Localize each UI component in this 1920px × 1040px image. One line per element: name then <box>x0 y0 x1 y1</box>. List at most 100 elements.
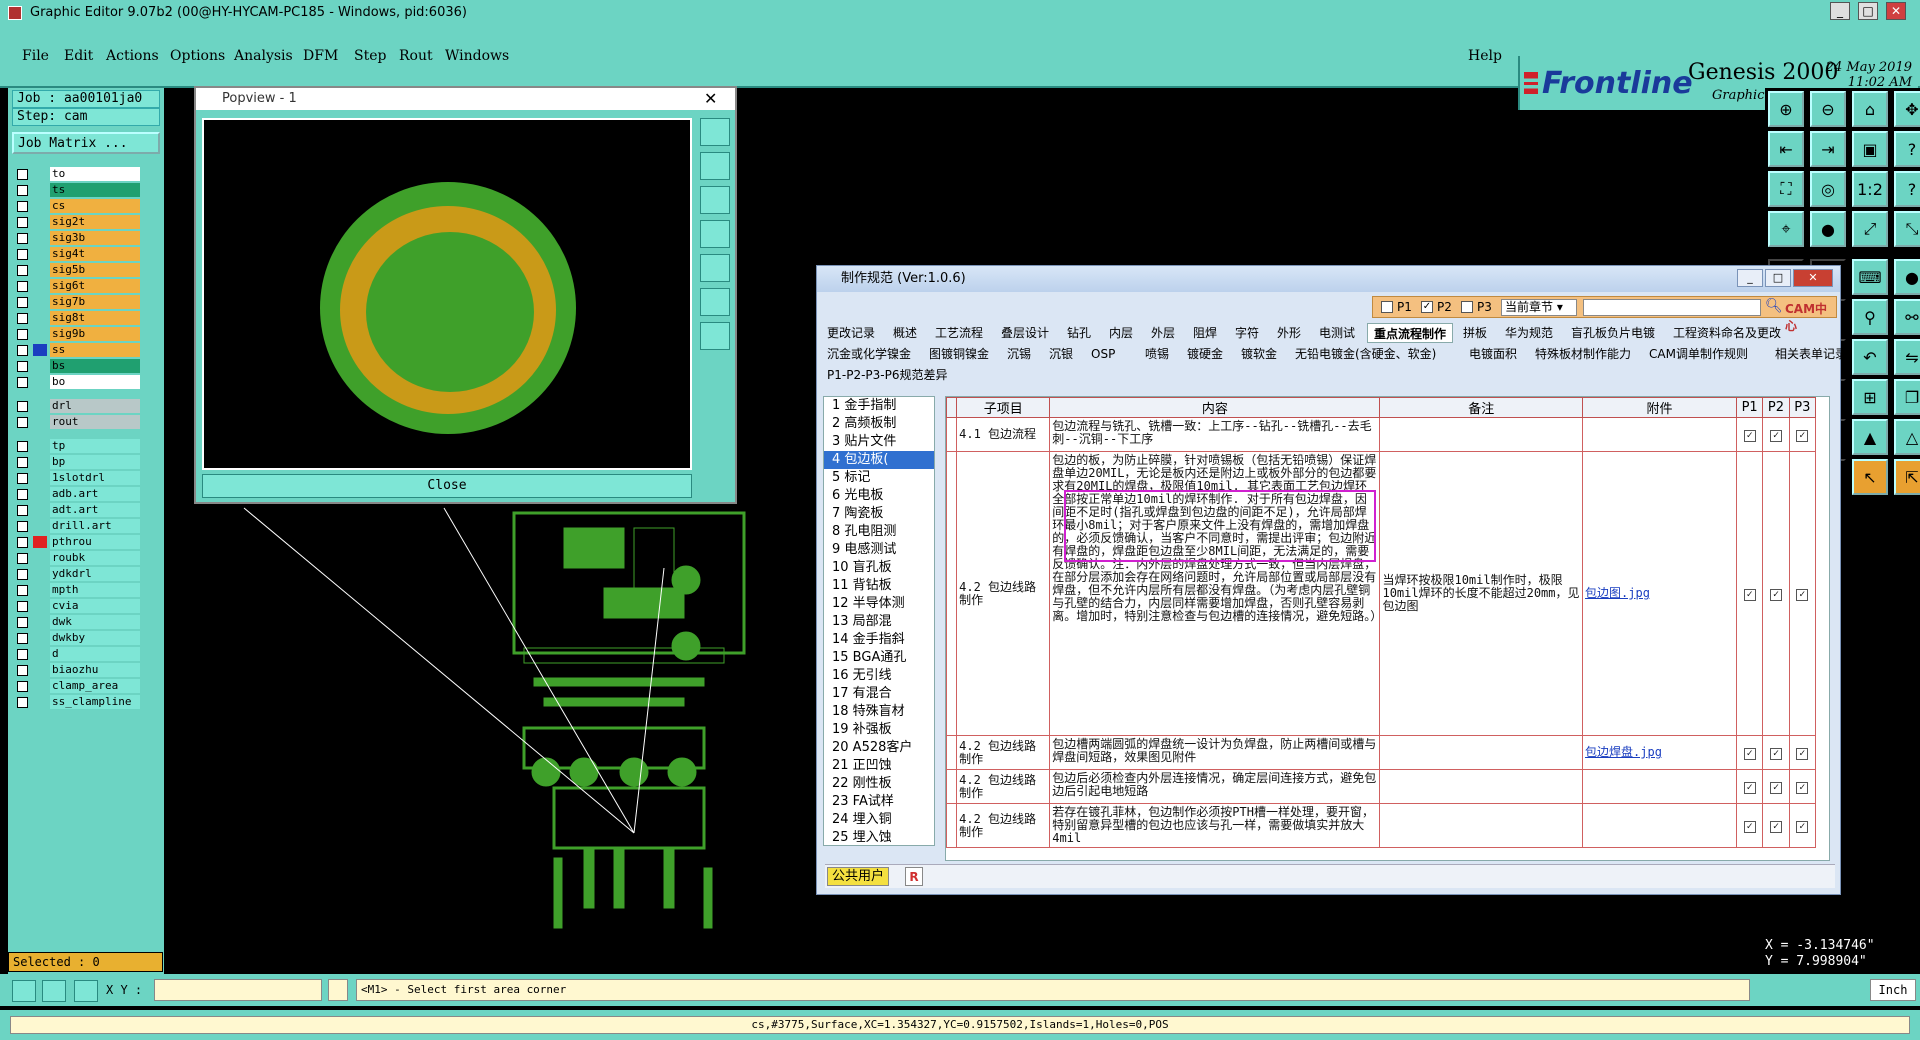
priority-checkbox[interactable]: ✓ <box>1796 820 1809 833</box>
spec-tab[interactable]: 钻孔 <box>1061 323 1099 343</box>
layer-name[interactable]: adt.art <box>50 503 140 517</box>
triangle2-icon[interactable]: △ <box>1894 419 1920 455</box>
spec-tab[interactable]: 镀软金 <box>1235 344 1285 364</box>
job-matrix-button[interactable]: Job Matrix ... <box>12 132 160 154</box>
layer-checkbox[interactable] <box>17 665 28 676</box>
header-p1[interactable]: P1 <box>1735 397 1764 418</box>
chapter-item[interactable]: 22 刚性板 <box>824 775 934 793</box>
chapter-item[interactable]: 23 FA试样 <box>824 793 934 811</box>
layer-checkbox[interactable] <box>17 201 28 212</box>
priority-checkbox[interactable]: ✓ <box>1743 747 1756 760</box>
fit-screen-icon[interactable]: ⛶ <box>1768 171 1804 207</box>
layer-name[interactable]: sig9b <box>50 327 140 341</box>
layer-name[interactable]: cvia <box>50 599 140 613</box>
layer-checkbox[interactable] <box>17 185 28 196</box>
layer-checkbox[interactable] <box>17 649 28 660</box>
spec-tab[interactable]: OSP <box>1085 344 1135 364</box>
layer-row[interactable]: tp <box>12 438 140 454</box>
chapter-item[interactable]: 1 金手指制 <box>824 397 934 415</box>
layer-row[interactable]: adt.art <box>12 502 140 518</box>
zoom-out-icon[interactable]: ⊖ <box>1810 91 1846 127</box>
table-row[interactable]: 4.2 包边线路制作 包边槽两端圆弧的焊盘统一设计为负焊盘，防止两槽间或槽与焊盘间… <box>946 735 1817 770</box>
layer-checkbox[interactable] <box>17 249 28 260</box>
scope-select[interactable]: 当前章节 ▾ <box>1501 299 1577 316</box>
popview-close-icon[interactable]: ✕ <box>704 88 717 110</box>
spec-tab[interactable]: 外层 <box>1145 323 1183 343</box>
layer-checkbox[interactable] <box>17 441 28 452</box>
layer-checkbox[interactable] <box>17 233 28 244</box>
menu-file[interactable]: File <box>22 48 49 64</box>
layer-name[interactable]: roubk <box>50 551 140 565</box>
layer-name[interactable]: cs <box>50 199 140 213</box>
maximize-button[interactable]: □ <box>1858 2 1878 20</box>
layer-row[interactable]: dwkby <box>12 630 140 646</box>
layer-name[interactable]: sig7b <box>50 295 140 309</box>
layer-checkbox[interactable] <box>17 681 28 692</box>
menu-actions[interactable]: Actions <box>106 48 159 64</box>
layer-checkbox[interactable] <box>17 329 28 340</box>
chapter-item[interactable]: 17 有混合 <box>824 685 934 703</box>
layer-name[interactable]: biaozhu <box>50 663 140 677</box>
header-p2[interactable]: P2 <box>1762 397 1790 418</box>
chapter-item[interactable]: 13 局部混 <box>824 613 934 631</box>
table-row[interactable]: 4.2 包边线路制作 包边后必须检查内外层连接情况，确定层间连接方式，避免包边后引… <box>946 769 1817 804</box>
layer-name[interactable]: pthrou <box>50 535 140 549</box>
spec-tab[interactable]: 盲孔板负片电镀 <box>1565 323 1663 343</box>
spec-tab[interactable]: 阻焊 <box>1187 323 1225 343</box>
layer-name[interactable]: dwk <box>50 615 140 629</box>
layer-row[interactable]: sig8t <box>12 310 140 326</box>
priority-checkbox[interactable]: ✓ <box>1769 747 1782 760</box>
layer-row[interactable]: sig5b <box>12 262 140 278</box>
spec-maximize-button[interactable]: □ <box>1765 269 1791 287</box>
layer-name[interactable]: ydkdrl <box>50 567 140 581</box>
layer-row[interactable]: pthrou <box>12 534 140 550</box>
layer-name[interactable]: clamp_area <box>50 679 140 693</box>
spec-tab[interactable]: 拼板 <box>1457 323 1495 343</box>
menu-windows[interactable]: Windows <box>445 48 509 64</box>
window-icon[interactable]: ▣ <box>1852 131 1888 167</box>
chapter-item[interactable]: 18 特殊盲材 <box>824 703 934 721</box>
chapter-item[interactable]: 16 无引线 <box>824 667 934 685</box>
chapter-item[interactable]: 19 补强板 <box>824 721 934 739</box>
menu-rout[interactable]: Rout <box>399 48 433 64</box>
header-content[interactable]: 内容 <box>1049 397 1381 418</box>
layer-checkbox[interactable] <box>17 313 28 324</box>
scale-icon[interactable]: 1:2 <box>1852 171 1888 207</box>
center-icon[interactable]: ◎ <box>1810 171 1846 207</box>
priority-checkbox[interactable]: ✓ <box>1743 820 1756 833</box>
p1-filter-checkbox[interactable] <box>1381 301 1393 313</box>
priority-checkbox[interactable]: ✓ <box>1743 429 1756 442</box>
layer-name[interactable]: sig4t <box>50 247 140 261</box>
spec-tab[interactable]: 特殊板材制作能力 <box>1529 344 1639 364</box>
table-row[interactable]: 4.1 包边流程 包边流程与铣孔、铣槽一致：上工序--钻孔--铣槽孔--去毛刺--… <box>946 417 1817 452</box>
arc-icon[interactable]: ↶ <box>1852 339 1888 375</box>
priority-checkbox[interactable]: ✓ <box>1743 588 1756 601</box>
priority-checkbox[interactable]: ✓ <box>1769 781 1782 794</box>
layer-checkbox[interactable] <box>17 401 28 412</box>
layer-checkbox[interactable] <box>17 265 28 276</box>
popview-canvas[interactable] <box>202 118 692 470</box>
priority-checkbox[interactable]: ✓ <box>1796 781 1809 794</box>
priority-checkbox[interactable]: ✓ <box>1796 588 1809 601</box>
pv-zoom-icon[interactable] <box>700 118 730 146</box>
layer-checkbox[interactable] <box>17 601 28 612</box>
pv-up-icon[interactable] <box>700 152 730 180</box>
priority-checkbox[interactable]: ✓ <box>1796 429 1809 442</box>
layer-row[interactable]: ts <box>12 182 140 198</box>
layer-align-icon[interactable]: ⊞ <box>1852 379 1888 415</box>
spec-tab[interactable]: 无铅电镀金(含硬金、软金) <box>1289 344 1459 364</box>
spec-tab[interactable]: CAM调单制作规则 <box>1643 344 1765 364</box>
layer-row[interactable]: to <box>12 166 140 182</box>
layer-row[interactable]: mpth <box>12 582 140 598</box>
minimize-button[interactable]: _ <box>1830 2 1850 20</box>
spec-tab[interactable]: 相关表单记录 <box>1769 344 1855 364</box>
priority-checkbox[interactable]: ✓ <box>1796 747 1809 760</box>
grid-mode-icon[interactable] <box>74 980 98 1002</box>
spec-tab[interactable]: 喷锡 <box>1139 344 1177 364</box>
layer-name[interactable]: ss <box>50 343 140 357</box>
xy-toggle-button[interactable] <box>328 979 348 1001</box>
spec-tab[interactable]: 工艺流程 <box>929 323 991 343</box>
chapter-item[interactable]: 6 光电板 <box>824 487 934 505</box>
layer-checkbox[interactable] <box>17 473 28 484</box>
attachment-link[interactable]: 包边图.jpg <box>1585 586 1650 600</box>
